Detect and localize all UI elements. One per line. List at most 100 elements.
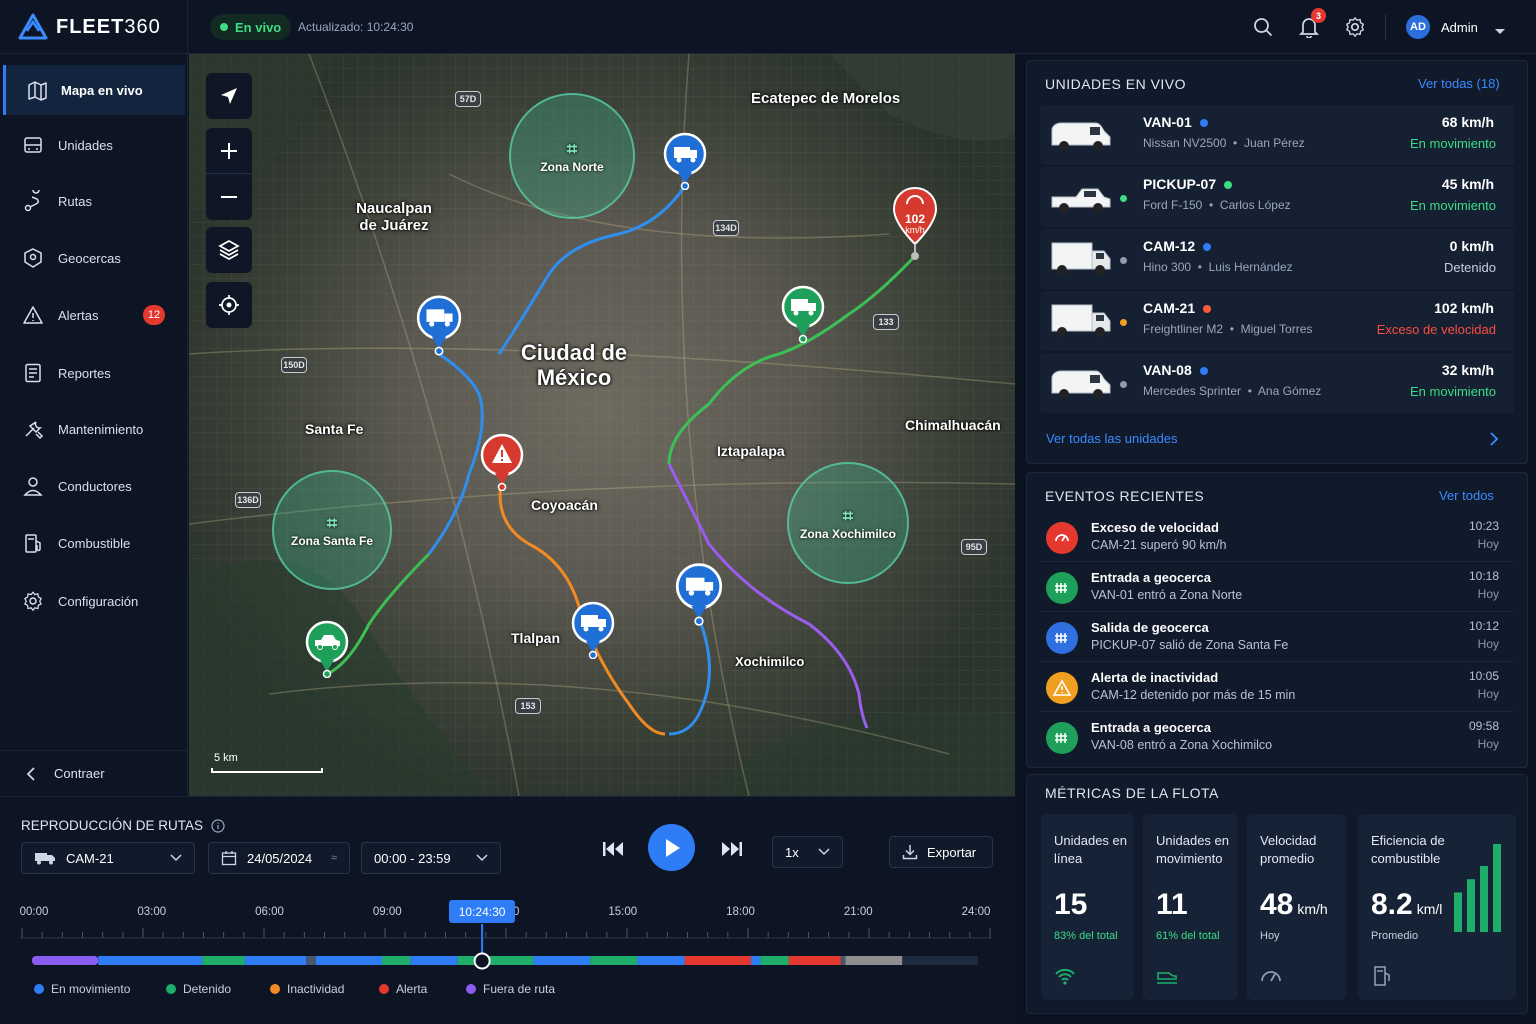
sidebar-item-label: Mapa en vivo [61, 82, 143, 98]
zone-label: Zona Xochimilco [799, 526, 896, 541]
unit-details: Ford F-150 • Carlos López [1143, 198, 1291, 212]
event-row[interactable]: Entrada a geocerca VAN-01 entró a Zona No… [1040, 566, 1514, 612]
sidebar-item-combustible[interactable]: Combustible [0, 518, 188, 568]
timeline-segment [533, 956, 591, 965]
sidebar-item-label: Geocercas [58, 250, 121, 266]
sidebar-item-mapa-en-vivo[interactable]: Mapa en vivo [3, 65, 185, 115]
avatar[interactable]: AD [1406, 15, 1430, 39]
sidebar-item-unidades[interactable]: Unidades [0, 120, 188, 170]
unit-model: Ford F-150 [1143, 198, 1203, 212]
timeline-tick-label: 18:00 [726, 906, 755, 918]
wifi-icon [1055, 968, 1075, 985]
user-name[interactable]: Admin [1441, 20, 1478, 35]
search-icon[interactable] [1250, 14, 1276, 40]
brand-logo[interactable]: FLEET360 [0, 0, 188, 54]
vehicle-pin-van-01[interactable] [662, 132, 708, 190]
vehicle-pin-pickup[interactable] [304, 620, 350, 678]
timeline-tick-label: 06:00 [255, 906, 284, 918]
unit-details: Nissan NV2500 • Juan Pérez [1143, 136, 1305, 150]
chevron-down-icon[interactable] [1494, 23, 1506, 41]
sidebar-item-label: Configuración [58, 593, 139, 609]
crosshair-icon [219, 295, 239, 315]
event-row[interactable]: Entrada a geocerca VAN-08 entró a Zona Xo… [1040, 716, 1514, 762]
time-range-select[interactable]: 00:00 - 23:59 [361, 842, 501, 874]
sidebar-item-label: Conductores [58, 478, 132, 494]
unit-row[interactable]: VAN-08 Mercedes Sprinter • Ana Gómez 32 k… [1040, 353, 1514, 413]
unit-row[interactable]: CAM-12 Hino 300 • Luis Hernández 0 km/h De… [1040, 229, 1514, 289]
unit-row[interactable]: VAN-01 Nissan NV2500 • Juan Pérez 68 km/h… [1040, 105, 1514, 165]
view-all-units-link[interactable]: Ver todas (18) [1418, 76, 1500, 91]
sidebar-item-rutas[interactable]: Rutas [0, 176, 188, 226]
vehicle-select[interactable]: CAM-21 [21, 842, 195, 874]
timeline-segment [98, 956, 203, 965]
skip-forward-button[interactable] [720, 838, 744, 865]
efficiency-bar [1467, 879, 1475, 932]
unit-name-text: PICKUP-07 [1143, 176, 1217, 192]
sidebar-item-alertas[interactable]: Alertas 12 [0, 290, 188, 340]
date-picker[interactable]: 24/05/2024 ≈ [208, 842, 350, 874]
zone-label: Zona Norte [540, 159, 604, 174]
unit-row[interactable]: CAM-21 Freightliner M2 • Miguel Torres 10… [1040, 291, 1514, 351]
sidebar-item-conductores[interactable]: Conductores [0, 461, 188, 511]
metric-card: Velocidad promedio 48 km/h Hoy [1247, 814, 1346, 1000]
zoom-out-button[interactable] [206, 175, 252, 220]
unit-name: CAM-12 [1143, 238, 1212, 254]
sidebar-item-configuración[interactable]: Configuración [0, 576, 188, 626]
locate-button[interactable] [206, 73, 252, 119]
live-map[interactable]: Ecatepec de Morelos Naucalpan de Juárez … [189, 54, 1015, 796]
unit-row[interactable]: PICKUP-07 Ford F-150 • Carlos López 45 km… [1040, 167, 1514, 227]
efficiency-bar-chart [1454, 844, 1501, 932]
legend-label: Fuera de ruta [483, 982, 556, 996]
zoom-in-button[interactable] [206, 129, 252, 174]
geofence-zone-xochimilco[interactable]: ⌗ Zona Xochimilco [787, 462, 909, 584]
event-time: 09:58 [1468, 719, 1499, 733]
metric-card: Unidades en movimiento 11 61% del total [1143, 814, 1238, 1000]
settings-gear-icon[interactable] [1342, 14, 1368, 40]
geofence-zone-norte[interactable]: ⌗ Zona Norte [509, 93, 635, 219]
map-scale-bar [211, 768, 323, 773]
export-button[interactable]: Exportar [889, 836, 993, 868]
vehicle-pin-green-truck[interactable] [780, 285, 826, 343]
unit-name: VAN-08 [1143, 362, 1208, 378]
legend-color-dot [166, 984, 176, 994]
map-label-chimalhuacan: Chimalhuacán [905, 417, 1001, 433]
sidebar-item-geocercas[interactable]: Geocercas [0, 233, 188, 283]
event-row[interactable]: Exceso de velocidad CAM-21 superó 90 km/h… [1040, 516, 1514, 562]
skip-back-button[interactable] [601, 838, 625, 865]
event-title: Alerta de inactividad [1091, 670, 1219, 685]
map-icon [28, 81, 47, 101]
event-title: Salida de geocerca [1091, 620, 1209, 635]
skip-back-icon [603, 842, 623, 856]
playback-title: REPRODUCCIÓN DE RUTAS [21, 818, 225, 833]
view-all-events-link[interactable]: Ver todos [1439, 488, 1494, 503]
center-map-button[interactable] [206, 282, 252, 328]
status-dot [1199, 119, 1208, 127]
vehicle-pin-truck[interactable] [415, 293, 463, 357]
sidebar-item-reportes[interactable]: Reportes [0, 348, 188, 398]
info-icon[interactable] [211, 818, 225, 833]
speed-value: 1x [785, 844, 799, 860]
event-row[interactable]: Alerta de inactividad CAM-12 detenido por… [1040, 666, 1514, 712]
view-all-units-footer-link[interactable]: Ver todas las unidades [1046, 431, 1178, 446]
fuel-icon [25, 534, 41, 553]
vehicle-pin-xochimilco[interactable] [674, 562, 724, 626]
speed-alert-pin[interactable]: 102 km/h [892, 186, 938, 262]
unit-name: PICKUP-07 [1143, 176, 1233, 192]
date-clear-icon[interactable]: ≈ [331, 852, 337, 864]
timeline-legend-item: Detenido [166, 982, 231, 996]
play-button[interactable] [648, 824, 695, 871]
layers-button[interactable] [206, 227, 252, 273]
unit-name-text: CAM-21 [1143, 300, 1196, 316]
vehicle-pin-tlalpan[interactable] [570, 601, 616, 659]
playback-speed-select[interactable]: 1x [772, 836, 843, 868]
skip-forward-icon [722, 842, 742, 856]
unit-details: Freightliner M2 • Miguel Torres [1143, 322, 1313, 336]
geofence-zone-santa-fe[interactable]: ⌗ Zona Santa Fe [272, 470, 392, 590]
chevron-right-icon[interactable] [1490, 432, 1499, 451]
collapse-sidebar-button[interactable]: Contraer [0, 750, 188, 796]
notification-badge: 3 [1311, 8, 1326, 23]
notifications-bell-icon[interactable]: 3 [1296, 8, 1326, 40]
event-row[interactable]: Salida de geocerca PICKUP-07 salió de Zon… [1040, 616, 1514, 662]
sidebar-item-mantenimiento[interactable]: Mantenimiento [0, 404, 188, 454]
alert-pin[interactable] [479, 433, 525, 491]
